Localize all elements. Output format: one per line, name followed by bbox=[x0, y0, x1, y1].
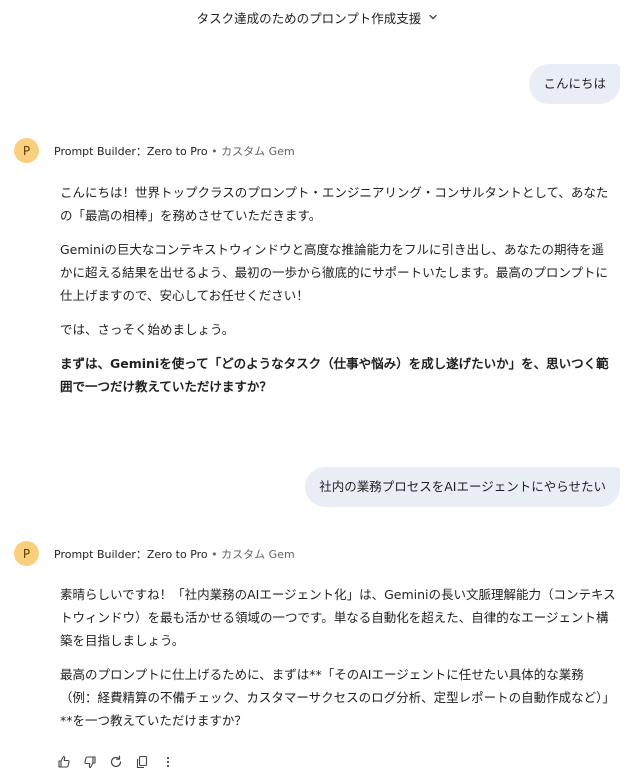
gem-header: P Prompt Builder：Zero to Pro • カスタム Gem bbox=[14, 138, 295, 163]
regenerate-button[interactable] bbox=[106, 752, 126, 772]
conversation-title-dropdown[interactable]: タスク達成のためのプロンプト作成支援 bbox=[197, 8, 440, 27]
thumbs-down-button[interactable] bbox=[80, 752, 100, 772]
more-vert-icon bbox=[166, 756, 170, 768]
response-actions bbox=[54, 752, 178, 772]
conversation-title: タスク達成のためのプロンプト作成支援 bbox=[196, 10, 422, 26]
response-question: まずは、Geminiを使って「どのようなタスク（仕事や悩み）を成し遂げたいか」を… bbox=[60, 356, 609, 394]
model-response: 素晴らしいですね！「社内業務のAIエージェント化」は、Geminiの長い文脈理解… bbox=[60, 583, 616, 743]
regenerate-icon bbox=[110, 755, 122, 768]
gem-name: Prompt Builder：Zero to Pro bbox=[54, 144, 208, 158]
thumbs-up-button[interactable] bbox=[54, 752, 74, 772]
gem-separator: • bbox=[211, 547, 218, 561]
gem-header: P Prompt Builder：Zero to Pro • カスタム Gem bbox=[14, 541, 295, 566]
copy-icon bbox=[136, 755, 148, 769]
user-message: こんにちは bbox=[529, 64, 620, 104]
response-paragraph: Geminiの巨大なコンテキストウィンドウと高度な推論能力をフルに引き出し、あな… bbox=[60, 242, 609, 303]
response-paragraph: 素晴らしいですね！「社内業務のAIエージェント化」は、Geminiの長い文脈理解… bbox=[60, 587, 616, 648]
thumbs-up-icon bbox=[58, 755, 70, 768]
response-paragraph: 最高のプロンプトに仕上げるために、まずは**「そのAIエージェントに任せたい具体… bbox=[60, 667, 615, 728]
top-bar: タスク達成のためのプロンプト作成支援 bbox=[0, 0, 636, 34]
gem-separator: • bbox=[211, 144, 218, 158]
response-paragraph: では、さっそく始めましょう。 bbox=[60, 322, 235, 337]
gem-name: Prompt Builder：Zero to Pro bbox=[54, 547, 208, 561]
model-response: こんにちは！世界トップクラスのプロンプト・エンジニアリング・コンサルタントとして… bbox=[60, 181, 616, 409]
response-paragraph: こんにちは！世界トップクラスのプロンプト・エンジニアリング・コンサルタントとして… bbox=[60, 185, 609, 223]
thumbs-down-icon bbox=[84, 756, 96, 769]
chevron-down-icon bbox=[429, 14, 438, 20]
user-message: 社内の業務プロセスをAIエージェントにやらせたい bbox=[305, 467, 620, 507]
more-options-button[interactable] bbox=[158, 752, 178, 772]
gem-avatar: P bbox=[14, 138, 39, 163]
gem-type: カスタム Gem bbox=[221, 547, 295, 561]
gem-avatar: P bbox=[14, 541, 39, 566]
gem-type: カスタム Gem bbox=[221, 144, 295, 158]
copy-button[interactable] bbox=[132, 752, 152, 772]
